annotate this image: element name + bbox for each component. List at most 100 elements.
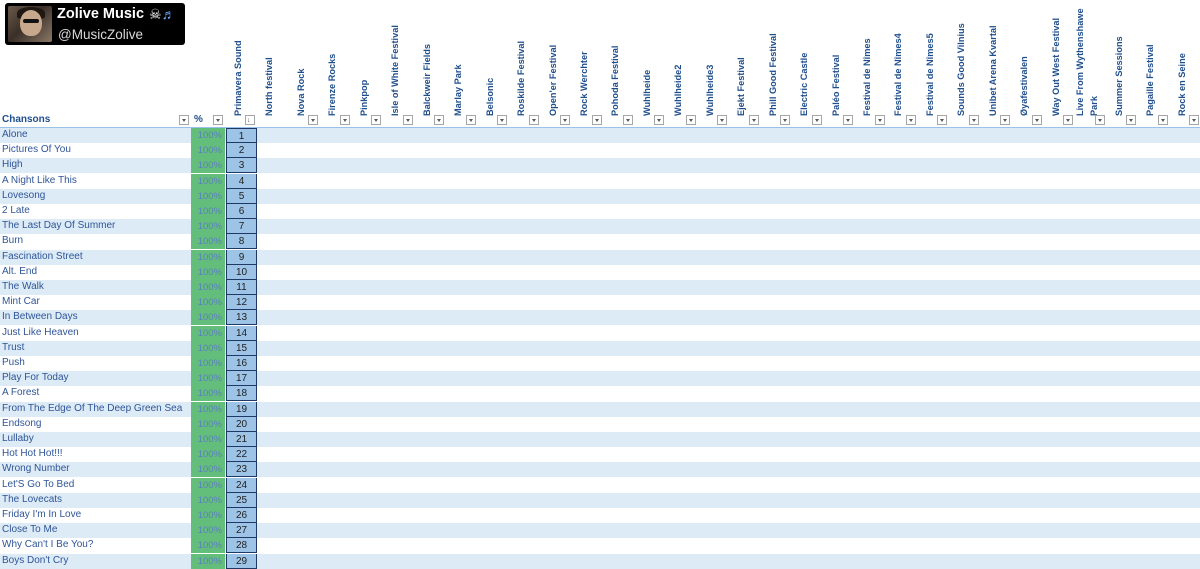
table-row[interactable]: Lullaby 100% 21: [0, 432, 1200, 447]
table-row[interactable]: Close To Me 100% 27: [0, 523, 1200, 538]
table-row[interactable]: Why Can't I Be You? 100% 28: [0, 538, 1200, 553]
filter-dropdown-icon[interactable]: [969, 115, 979, 125]
table-row[interactable]: From The Edge Of The Deep Green Sea 100% 1…: [0, 402, 1200, 417]
festival-header-label: Øyafestivalen: [1019, 56, 1029, 116]
rank-cell: 13: [226, 310, 257, 325]
song-title: Close To Me: [2, 524, 58, 535]
table-row[interactable]: A Forest 100% 18: [0, 386, 1200, 401]
filter-dropdown-icon[interactable]: [654, 115, 664, 125]
table-row[interactable]: The Lovecats 100% 25: [0, 493, 1200, 508]
table-row[interactable]: The Walk 100% 11: [0, 280, 1200, 295]
table-row[interactable]: Push 100% 16: [0, 356, 1200, 371]
festival-header: Marlay Park: [449, 4, 467, 116]
filter-dropdown-icon[interactable]: [529, 115, 539, 125]
filter-dropdown-icon[interactable]: [308, 115, 318, 125]
avatar: [8, 6, 52, 42]
festival-header-label: Wuhlheide: [642, 69, 652, 116]
table-row[interactable]: Friday I'm In Love 100% 26: [0, 508, 1200, 523]
filter-dropdown-icon[interactable]: [1063, 115, 1073, 125]
filter-dropdown-icon[interactable]: [812, 115, 822, 125]
percentage-cell: 100%: [191, 554, 225, 569]
table-row[interactable]: Just Like Heaven 100% 14: [0, 326, 1200, 341]
filter-dropdown-icon[interactable]: [179, 115, 189, 125]
festival-header: Paléo Festival: [827, 4, 845, 116]
filter-dropdown-icon[interactable]: [906, 115, 916, 125]
table-row[interactable]: Endsong 100% 20: [0, 417, 1200, 432]
filter-dropdown-icon[interactable]: [560, 115, 570, 125]
table-row[interactable]: The Last Day Of Summer 100% 7: [0, 219, 1200, 234]
festival-header-label: Festival de Nîmes4: [893, 33, 903, 116]
festival-header: Firenze Rocks: [323, 4, 341, 116]
filter-dropdown-icon[interactable]: [937, 115, 947, 125]
filter-dropdown-icon[interactable]: [749, 115, 759, 125]
percentage-cell: 100%: [191, 508, 225, 523]
filter-dropdown-icon[interactable]: [1032, 115, 1042, 125]
festival-header: Pohoda Festival: [606, 4, 624, 116]
filter-dropdown-icon[interactable]: [1000, 115, 1010, 125]
filter-dropdown-icon[interactable]: [213, 115, 223, 125]
festival-header: Unibet Arena Kvartal: [984, 4, 1002, 116]
table-row[interactable]: Trust 100% 15: [0, 341, 1200, 356]
table-row[interactable]: Boys Don't Cry 100% 29: [0, 554, 1200, 569]
table-row[interactable]: Let'S Go To Bed 100% 24: [0, 478, 1200, 493]
table-row[interactable]: Mint Car 100% 12: [0, 295, 1200, 310]
festival-header: Isle of White Festival: [386, 4, 404, 116]
rank-cell: 27: [226, 523, 257, 538]
filter-dropdown-icon[interactable]: [1126, 115, 1136, 125]
table-row[interactable]: High 100% 3: [0, 158, 1200, 173]
festival-header: Festival de Nîmes: [858, 4, 876, 116]
filter-dropdown-icon[interactable]: [466, 115, 476, 125]
rank-cell: 26: [226, 508, 257, 523]
song-title: Alt. End: [2, 266, 38, 277]
filter-dropdown-icon[interactable]: [717, 115, 727, 125]
song-title: Let'S Go To Bed: [2, 479, 75, 490]
festival-header: Way Out West Festival: [1047, 4, 1065, 116]
filter-dropdown-icon[interactable]: [623, 115, 633, 125]
song-title: Wrong Number: [2, 463, 70, 474]
filter-dropdown-icon[interactable]: [1189, 115, 1199, 125]
rank-cell: 22: [226, 447, 257, 462]
table-row[interactable]: A Night Like This 100% 4: [0, 174, 1200, 189]
rank-cell: 10: [226, 265, 257, 280]
song-title: The Last Day Of Summer: [2, 220, 116, 231]
spreadsheet: Zolive Music ☠♬ @MusicZolive Primavera S…: [0, 0, 1200, 569]
rank-cell: 24: [226, 478, 257, 493]
song-title: Lullaby: [2, 433, 34, 444]
filter-dropdown-icon[interactable]: [875, 115, 885, 125]
table-row[interactable]: Hot Hot Hot!!! 100% 22: [0, 447, 1200, 462]
festival-header-label: Rock en Seine: [1177, 53, 1187, 116]
festival-header: Festival de Nîmes4: [889, 4, 907, 116]
festival-header-label: Festival de Nîmes: [862, 38, 872, 116]
filter-dropdown-icon[interactable]: [686, 115, 696, 125]
percentage-cell: 100%: [191, 174, 225, 189]
song-title: Friday I'm In Love: [2, 509, 82, 520]
table-row[interactable]: Fascination Street 100% 9: [0, 250, 1200, 265]
table-row[interactable]: Wrong Number 100% 23: [0, 462, 1200, 477]
sort-filter-icon[interactable]: [245, 115, 255, 125]
badge-title: Zolive Music: [57, 6, 145, 22]
table-row[interactable]: Alone 100% 1: [0, 128, 1200, 143]
percentage-cell: 100%: [191, 432, 225, 447]
filter-dropdown-icon[interactable]: [497, 115, 507, 125]
filter-dropdown-icon[interactable]: [340, 115, 350, 125]
table-row[interactable]: Play For Today 100% 17: [0, 371, 1200, 386]
table-row[interactable]: Alt. End 100% 10: [0, 265, 1200, 280]
festival-header: Roskilde Festival: [512, 4, 530, 116]
table-row[interactable]: Burn 100% 8: [0, 234, 1200, 249]
table-row[interactable]: 2 Late 100% 6: [0, 204, 1200, 219]
table-row[interactable]: Pictures Of You 100% 2: [0, 143, 1200, 158]
percentage-cell: 100%: [191, 493, 225, 508]
filter-dropdown-icon[interactable]: [843, 115, 853, 125]
filter-dropdown-icon[interactable]: [780, 115, 790, 125]
percentage-cell: 100%: [191, 326, 225, 341]
table-row[interactable]: In Between Days 100% 13: [0, 310, 1200, 325]
filter-dropdown-icon[interactable]: [403, 115, 413, 125]
festival-header: Summer Sessions: [1110, 4, 1128, 116]
filter-dropdown-icon[interactable]: [434, 115, 444, 125]
table-row[interactable]: Lovesong 100% 5: [0, 189, 1200, 204]
filter-dropdown-icon[interactable]: [371, 115, 381, 125]
filter-dropdown-icon[interactable]: [1158, 115, 1168, 125]
filter-dropdown-icon[interactable]: [592, 115, 602, 125]
filter-dropdown-icon[interactable]: [1095, 115, 1105, 125]
festival-header-label: Paléo Festival: [831, 54, 841, 116]
